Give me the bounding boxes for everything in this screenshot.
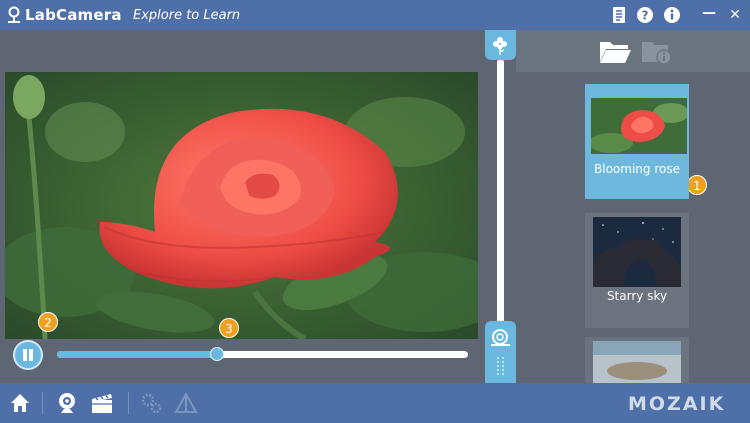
speed-slider[interactable] — [497, 60, 504, 340]
gallery-tabs — [516, 30, 750, 72]
toolbar-divider — [128, 392, 129, 414]
title-bar: LabCamera Explore to Learn ? — ✕ — [0, 0, 750, 30]
gallery-item-starry-sky[interactable]: Starry sky — [585, 213, 689, 328]
seek-slider[interactable] — [57, 347, 468, 361]
thumbnail-image — [591, 98, 687, 154]
minimize-icon[interactable]: — — [700, 4, 718, 22]
app-title: LabCamera — [25, 6, 122, 24]
flower-icon — [493, 37, 507, 55]
info-icon[interactable] — [663, 6, 681, 24]
gallery-item-label: Starry sky — [606, 289, 668, 303]
seek-progress — [57, 351, 218, 358]
speed-slow-button[interactable] — [485, 321, 516, 383]
close-icon[interactable]: ✕ — [726, 6, 744, 24]
pause-icon — [23, 349, 27, 361]
folder-info-icon[interactable] — [640, 38, 674, 66]
webcam-icon[interactable] — [55, 391, 79, 415]
app-subtitle: Explore to Learn — [133, 8, 241, 23]
thumbnail-image — [593, 217, 681, 287]
mozaik-logo: MOZAIK — [628, 393, 726, 415]
folder-open-icon[interactable] — [598, 38, 632, 66]
home-icon[interactable] — [8, 391, 32, 415]
gallery-item-partial[interactable] — [585, 337, 689, 383]
rose-image — [5, 72, 478, 339]
help-icon[interactable]: ? — [636, 6, 654, 24]
pause-button[interactable] — [13, 340, 43, 370]
triangle-icon — [174, 391, 198, 413]
video-preview[interactable] — [5, 72, 478, 339]
labcamera-logo-icon — [8, 6, 20, 23]
badge-3: 3 — [219, 318, 239, 338]
gallery-item-label: Blooming rose — [594, 162, 680, 176]
snail-icon — [491, 329, 510, 346]
grip-icon — [497, 357, 504, 375]
speed-slider-panel — [485, 30, 516, 383]
svg-text:?: ? — [642, 9, 649, 23]
badge-1: 1 — [687, 175, 707, 195]
settings-gears-icon — [141, 393, 162, 414]
toolbar-divider — [42, 392, 43, 414]
speed-fast-button[interactable] — [485, 30, 516, 60]
clapperboard-icon[interactable] — [90, 391, 114, 415]
notes-icon[interactable] — [610, 6, 628, 24]
thumbnail-image — [593, 341, 681, 383]
badge-2: 2 — [38, 312, 58, 332]
gallery-item-blooming-rose[interactable]: Blooming rose — [585, 84, 689, 199]
